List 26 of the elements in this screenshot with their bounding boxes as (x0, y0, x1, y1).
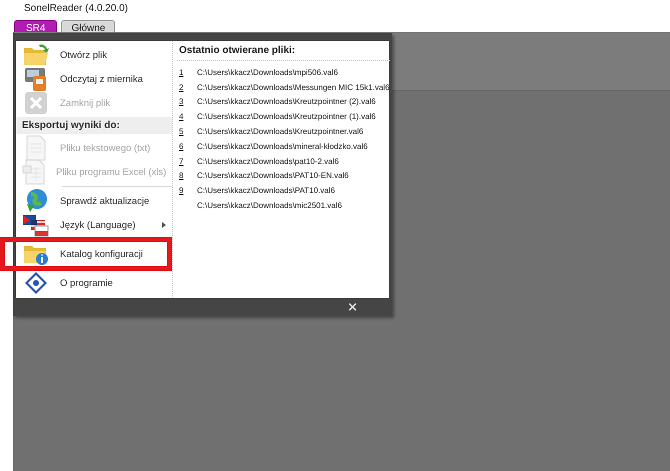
recent-file-item[interactable]: 8 C:\Users\kkacz\Downloads\PAT10-EN.val6 (177, 168, 390, 184)
recent-file-item[interactable]: 3 C:\Users\kkacz\Downloads\Kreutzpointner (2).val6 (177, 94, 390, 110)
menu-item[interactable]: O programie (16, 271, 172, 295)
recent-file-item[interactable]: 5 C:\Users\kkacz\Downloads\Kreutzpointner.val6 (177, 124, 390, 139)
info-icon (23, 271, 49, 295)
menu-item[interactable]: Odczytaj z miernika (16, 67, 172, 91)
section-header: Eksportuj wyniki do: (16, 117, 172, 134)
recent-file-item[interactable]: 6 C:\Users\kkacz\Downloads\mineral-kłodzko.val6 (177, 138, 390, 154)
menu-item[interactable]: Sprawdź aktualizacje (16, 189, 172, 213)
menu-item[interactable]: Katalog konfiguracji (0, 237, 172, 271)
recent-file-item[interactable]: 7 C:\Users\kkacz\Downloads\pat10-2.val6 (177, 154, 390, 169)
recent-file-item[interactable]: 4 C:\Users\kkacz\Downloads\Kreutzpointner (1).val6 (177, 109, 390, 124)
spreadsheet-icon (22, 159, 46, 185)
menu-item[interactable]: Język (Language) (16, 213, 172, 237)
close-button[interactable]: × (347, 300, 358, 314)
document-icon (25, 135, 47, 161)
recent-file-item[interactable]: 1 C:\Users\kkacz\Downloads\mpi506.val6 (177, 65, 390, 80)
recent-file-item[interactable]: C:\Users\kkacz\Downloads\mic2501.val6 (177, 198, 390, 213)
recent-files-title: Ostatnio otwierane pliki: (177, 45, 390, 61)
close-icon (24, 91, 48, 115)
flags-icon (22, 212, 50, 238)
folder-icon (23, 43, 49, 67)
meter-icon (23, 66, 49, 92)
menu-item[interactable]: Otwórz plik (16, 43, 172, 67)
recent-file-item[interactable]: 9 C:\Users\kkacz\Downloads\PAT10.val6 (177, 183, 390, 198)
window-title: SonelReader (4.0.20.0) (23, 2, 129, 16)
